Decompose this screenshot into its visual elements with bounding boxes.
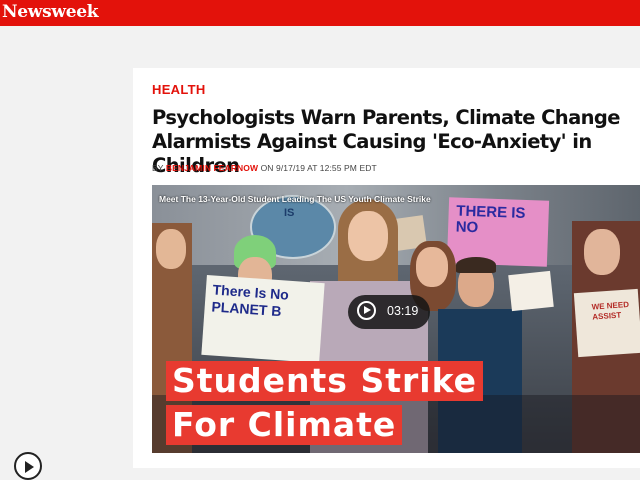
pink-sign-text: THERE IS NO (455, 202, 526, 237)
sign-small-right (508, 270, 554, 312)
video-banner-line1: Students Strike (166, 361, 484, 401)
sign-is: IS (284, 207, 295, 219)
sign-need-assist-text: WE NEED ASSIST (591, 300, 630, 322)
play-circle-icon[interactable] (14, 452, 42, 480)
person-far-right-face (584, 229, 620, 275)
play-icon[interactable] (357, 301, 376, 320)
author-link[interactable]: BENJAMIN FEARNOW (166, 163, 258, 173)
person-center-face (348, 211, 388, 261)
publish-date: 9/17/19 AT 12:55 PM EDT (276, 163, 377, 173)
video-player[interactable]: IS THERE IS NO There Is No PLANET B WE N… (152, 185, 640, 453)
article-container: HEALTH Psychologists Warn Parents, Clima… (133, 68, 640, 468)
byline: BY BENJAMIN FEARNOW ON 9/17/19 AT 12:55 … (152, 163, 377, 173)
section-label[interactable]: HEALTH (152, 82, 206, 97)
person-right-face (416, 247, 448, 287)
video-play-button[interactable]: 03:19 (348, 295, 430, 329)
person-left-face (156, 229, 186, 269)
byline-date-prefix: ON (260, 163, 274, 173)
boy-hair (456, 257, 496, 273)
video-banner-line2: For Climate (166, 405, 403, 445)
byline-prefix: BY (152, 163, 164, 173)
newsweek-logo[interactable]: Newsweek (2, 1, 99, 23)
top-nav-bar: Newsweek (0, 0, 640, 26)
video-duration: 03:19 (387, 304, 419, 318)
video-title: Meet The 13-Year-Old Student Leading The… (159, 194, 431, 204)
planet-b-sign-text: There Is No PLANET B (211, 281, 290, 320)
